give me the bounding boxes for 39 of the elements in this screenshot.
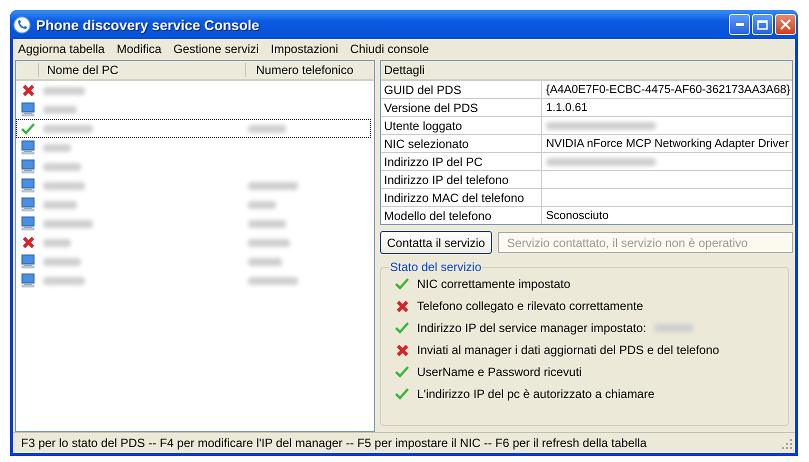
table-cell: Indirizzo IP del PC	[381, 153, 542, 170]
maximize-button[interactable]	[752, 14, 773, 35]
resize-grip-icon	[781, 438, 792, 448]
minimize-button[interactable]	[729, 14, 750, 35]
menu-item[interactable]: Chiudi console	[350, 42, 429, 56]
menu-item[interactable]: Impostazioni	[270, 42, 338, 56]
column-header[interactable]: Numero telefonico	[246, 63, 354, 77]
status-bar-text: F3 per lo stato del PDS -- F4 per modificare l'IP del manager -- F5 per impostare il NIC -- F6 per il refresh della tabella	[21, 436, 647, 450]
group-title: Stato del servizio	[389, 260, 482, 274]
table-cell: GUID del PDS	[381, 81, 542, 98]
minimize-icon	[736, 23, 744, 26]
status-text: Telefono collegato e rilevato correttamente	[417, 299, 644, 313]
table-cell: Sconosciuto	[546, 210, 609, 222]
close-icon	[780, 19, 791, 30]
phone-icon	[13, 16, 31, 34]
status-text: Inviati al manager i dati aggiornati del PDS e del telefono	[417, 343, 720, 357]
table-cell: 1.1.0.61	[546, 102, 588, 114]
status-text: L'indirizzo IP del pc è autorizzato a chiamare	[417, 387, 655, 401]
table-cell: Modello del telefono	[381, 207, 542, 224]
table-cell: Versione del PDS	[381, 99, 542, 116]
menu-item[interactable]: Modifica	[116, 42, 162, 56]
table-cell: Indirizzo IP del telefono	[381, 171, 542, 188]
menu-item[interactable]: Aggiorna tabella	[18, 42, 105, 56]
table-cell: NVIDIA nForce MCP Networking Adapter Driver	[546, 138, 789, 150]
maximize-icon	[757, 20, 768, 30]
table-cell: Indirizzo MAC del telefono	[381, 189, 542, 206]
status-text: Indirizzo IP del service manager impostato:	[417, 321, 646, 335]
table-row[interactable]	[16, 119, 371, 138]
table-cell: Utente loggato	[381, 117, 542, 134]
contact-service-button[interactable]: Contatta il servizio	[380, 231, 492, 254]
window-title: Phone discovery service Console	[36, 16, 260, 32]
column-header[interactable]: Nome del PC	[39, 63, 246, 77]
table-cell: NIC selezionato	[381, 135, 542, 152]
status-text: UserName e Password ricevuti	[417, 365, 582, 379]
table-cell: {A4A0E7F0-ECBC-4475-AF60-362173AA3A68}	[546, 84, 790, 96]
menu-item[interactable]: Gestione servizi	[173, 42, 259, 56]
close-button[interactable]	[775, 14, 796, 35]
column-header: Dettagli	[384, 63, 425, 77]
status-text: NIC correttamente impostato	[417, 277, 570, 291]
